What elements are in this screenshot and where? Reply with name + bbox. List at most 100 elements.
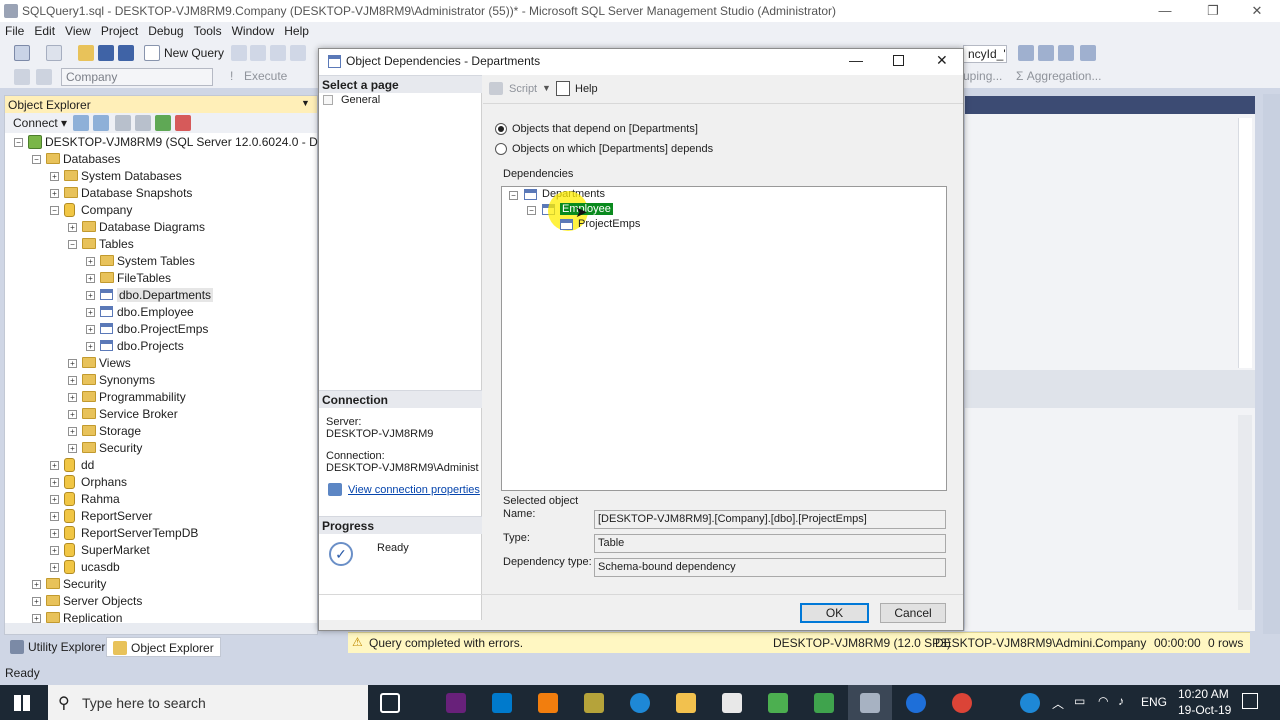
expand-icon[interactable]: + bbox=[50, 546, 59, 555]
dialog-maximize-button[interactable] bbox=[893, 55, 904, 66]
help-tray-icon[interactable] bbox=[1020, 693, 1040, 713]
tree-node[interactable]: + Synonyms bbox=[5, 372, 317, 389]
expand-icon[interactable]: + bbox=[50, 172, 59, 181]
ssms-taskbar-icon[interactable] bbox=[860, 693, 880, 713]
expand-icon[interactable]: + bbox=[68, 393, 77, 402]
dialog-close-button[interactable]: ✕ bbox=[936, 52, 948, 69]
new-query-button[interactable]: New Query bbox=[164, 46, 224, 60]
results-vertical-scrollbar[interactable] bbox=[1238, 415, 1252, 610]
tree-node[interactable]: − DESKTOP-VJM8RM9 (SQL Server 12.0.6024.0… bbox=[5, 134, 504, 151]
script-dropdown-icon[interactable]: ▼ bbox=[542, 83, 551, 93]
expand-icon[interactable]: + bbox=[50, 495, 59, 504]
network-icon[interactable]: ▭ bbox=[1074, 694, 1085, 708]
expand-icon[interactable]: + bbox=[68, 223, 77, 232]
tree-node[interactable]: + Storage bbox=[5, 423, 317, 440]
help-button[interactable]: Help bbox=[575, 83, 598, 95]
editor-vertical-scrollbar[interactable] bbox=[1238, 118, 1252, 368]
tab-object-explorer[interactable]: Object Explorer bbox=[106, 637, 221, 657]
collapse-icon[interactable]: − bbox=[14, 138, 23, 147]
tree-node[interactable]: + Orphans bbox=[5, 474, 317, 491]
script-button[interactable]: Script bbox=[509, 83, 537, 95]
file-explorer-icon[interactable] bbox=[676, 693, 696, 713]
windows-start-icon[interactable] bbox=[14, 695, 30, 711]
connect-icon[interactable] bbox=[14, 69, 30, 85]
dependency-type-field[interactable]: Schema-bound dependency bbox=[594, 558, 946, 577]
connect-icon[interactable] bbox=[73, 115, 89, 131]
close-window-button[interactable]: ✕ bbox=[1234, 0, 1280, 22]
tree-node[interactable]: + FileTables bbox=[5, 270, 317, 287]
chrome-icon[interactable] bbox=[952, 693, 972, 713]
cancel-button[interactable]: Cancel bbox=[880, 603, 946, 623]
expand-icon[interactable]: + bbox=[86, 342, 95, 351]
expand-icon[interactable]: + bbox=[50, 189, 59, 198]
menu-file[interactable]: File bbox=[0, 22, 29, 38]
menu-edit[interactable]: Edit bbox=[29, 22, 60, 38]
tree-node[interactable]: + System Databases bbox=[5, 168, 317, 185]
tree-node[interactable]: + dbo.Employee bbox=[5, 304, 317, 321]
mail-icon[interactable] bbox=[722, 693, 742, 713]
tree-node[interactable]: + ucasdb bbox=[5, 559, 317, 576]
tree-node[interactable]: + dbo.Departments bbox=[5, 287, 317, 304]
tree-node[interactable]: + Security bbox=[5, 576, 317, 593]
media-app-icon[interactable] bbox=[814, 693, 834, 713]
expand-icon[interactable]: + bbox=[32, 597, 41, 606]
open-folder-icon[interactable] bbox=[78, 45, 94, 61]
toolbar-icon[interactable] bbox=[290, 45, 306, 61]
expand-icon[interactable]: + bbox=[50, 461, 59, 470]
panel-dropdown-icon[interactable]: ▼ bbox=[301, 98, 310, 108]
save-icon[interactable] bbox=[98, 45, 114, 61]
expand-icon[interactable]: + bbox=[68, 410, 77, 419]
expand-icon[interactable]: + bbox=[68, 376, 77, 385]
vlc-icon[interactable] bbox=[538, 693, 558, 713]
collapse-departments[interactable]: − bbox=[509, 191, 518, 200]
maximize-button[interactable]: ❐ bbox=[1190, 0, 1236, 22]
new-project-icon[interactable] bbox=[14, 45, 30, 61]
tree-node[interactable]: + ReportServerTempDB bbox=[5, 525, 317, 542]
vscode-icon[interactable] bbox=[492, 693, 512, 713]
tree-node[interactable]: + dbo.ProjectEmps bbox=[5, 321, 317, 338]
tree-node[interactable]: + dd bbox=[5, 457, 317, 474]
execute-icon[interactable]: ! bbox=[230, 69, 233, 83]
collapse-icon[interactable]: − bbox=[68, 240, 77, 249]
expand-icon[interactable]: + bbox=[68, 359, 77, 368]
menu-tools[interactable]: Tools bbox=[189, 22, 227, 38]
expand-icon[interactable]: + bbox=[86, 325, 95, 334]
tree-node[interactable]: + ReportServer bbox=[5, 508, 317, 525]
tree-node[interactable]: + System Tables bbox=[5, 253, 317, 270]
clock-date[interactable]: 19-Oct-19 bbox=[1178, 703, 1231, 717]
aggregation-button[interactable]: Σ Aggregation... bbox=[1016, 69, 1101, 83]
horizontal-scrollbar[interactable] bbox=[5, 623, 317, 634]
collapse-icon[interactable]: − bbox=[50, 206, 59, 215]
expand-icon[interactable]: + bbox=[50, 529, 59, 538]
expand-icon[interactable]: + bbox=[68, 444, 77, 453]
tree-node[interactable]: + SuperMarket bbox=[5, 542, 317, 559]
menu-help[interactable]: Help bbox=[279, 22, 314, 38]
tree-node[interactable]: + Rahma bbox=[5, 491, 317, 508]
radio-objects-depended-on[interactable] bbox=[495, 143, 507, 155]
toolbar-icon[interactable] bbox=[270, 45, 286, 61]
menu-debug[interactable]: Debug bbox=[143, 22, 188, 38]
expand-icon[interactable]: + bbox=[32, 614, 41, 623]
tab-utility-explorer[interactable]: Utility Explorer bbox=[4, 637, 111, 657]
toolbar-icon[interactable] bbox=[231, 45, 247, 61]
chevron-up-icon[interactable]: ︿ bbox=[1052, 695, 1064, 712]
minimize-button[interactable]: — bbox=[1142, 0, 1188, 22]
group-by-button[interactable]: uping... bbox=[963, 69, 1002, 83]
notifications-icon[interactable] bbox=[1242, 693, 1258, 709]
right-toolbar-combo[interactable]: ncyId_' bbox=[963, 45, 1007, 63]
page-general[interactable]: General bbox=[341, 94, 380, 106]
disconnect-icon[interactable] bbox=[36, 69, 52, 85]
expand-icon[interactable]: + bbox=[86, 274, 95, 283]
tree-node[interactable]: + dbo.Projects bbox=[5, 338, 317, 355]
name-field[interactable]: [DESKTOP-VJM8RM9].[Company].[dbo].[Proje… bbox=[594, 510, 946, 529]
wifi-icon[interactable]: ◠ bbox=[1098, 694, 1108, 708]
toolbar-icon[interactable] bbox=[1038, 45, 1054, 61]
expand-icon[interactable]: + bbox=[86, 308, 95, 317]
clock-time[interactable]: 10:20 AM bbox=[1178, 687, 1229, 701]
expand-icon[interactable]: + bbox=[50, 478, 59, 487]
tree-node[interactable]: + Database Diagrams bbox=[5, 219, 317, 236]
collapse-icon[interactable] bbox=[175, 115, 191, 131]
view-connection-properties-link[interactable]: View connection properties bbox=[348, 484, 480, 496]
toolbar-icon[interactable] bbox=[1018, 45, 1034, 61]
firefox-icon[interactable] bbox=[906, 693, 926, 713]
